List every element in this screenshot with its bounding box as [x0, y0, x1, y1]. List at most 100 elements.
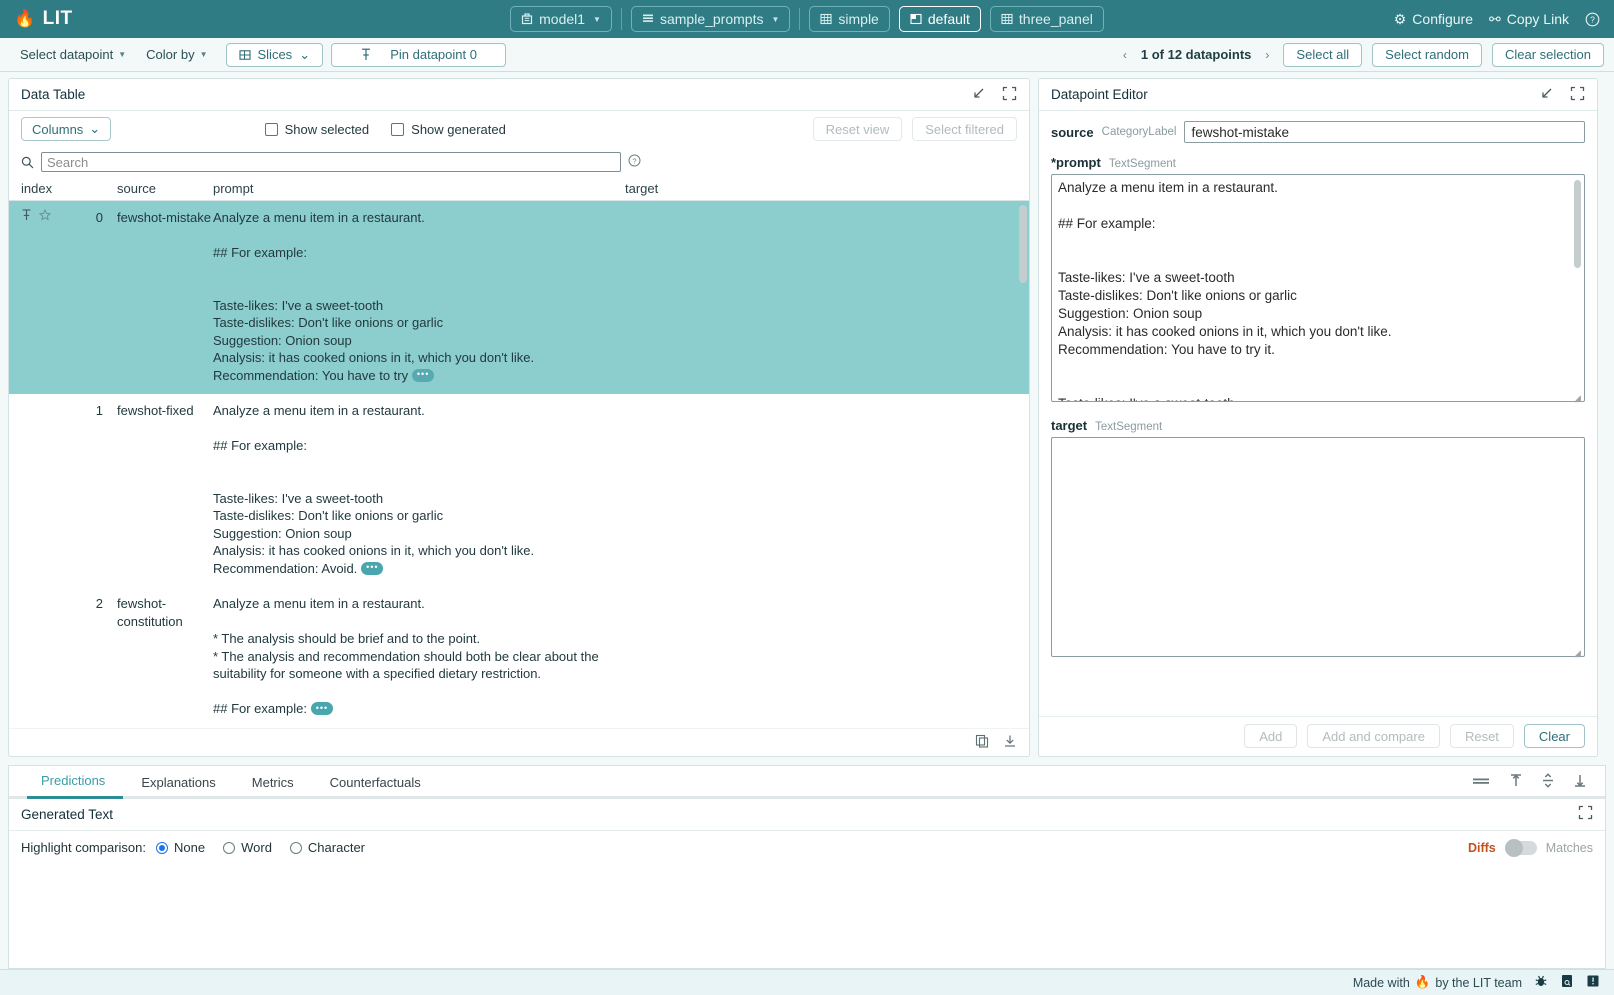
resize-grip-icon[interactable]: ◢	[1574, 394, 1583, 403]
brand: 🔥 LIT	[14, 8, 73, 30]
appbar-right-group: ⚙ Configure ⚯ Copy Link ?	[1394, 11, 1600, 27]
row-target-value	[625, 402, 1017, 577]
expand-icon[interactable]	[1002, 86, 1017, 104]
chevron-down-icon: ▼	[200, 50, 208, 59]
data-table-title: Data Table	[21, 87, 85, 102]
layout-default-icon	[910, 13, 922, 25]
matches-label: Matches	[1546, 841, 1593, 855]
source-field-input[interactable]	[1184, 121, 1585, 143]
radio-option-character[interactable]: Character	[290, 840, 365, 855]
align-top-icon[interactable]	[1509, 773, 1523, 791]
toggle-knob	[1505, 839, 1523, 857]
pin-icon[interactable]	[21, 209, 32, 227]
tab-label: Predictions	[41, 773, 105, 788]
star-icon[interactable]	[39, 209, 51, 227]
target-field-label: target TextSegment	[1051, 418, 1585, 433]
clear-button[interactable]: Clear	[1524, 724, 1585, 748]
table-scrollbar[interactable]	[1019, 205, 1027, 283]
reset-view-label: Reset view	[826, 122, 890, 137]
add-button[interactable]: Add	[1244, 724, 1297, 748]
target-textarea[interactable]	[1051, 437, 1585, 657]
upper-panels: Data Table Columns ⌄	[0, 72, 1614, 757]
prompt-textarea[interactable]	[1051, 174, 1585, 402]
tab-counterfactuals[interactable]: Counterfactuals	[312, 765, 439, 799]
equal-split-icon[interactable]	[1471, 774, 1491, 791]
next-datapoint-button[interactable]: ›	[1261, 48, 1273, 62]
copy-icon[interactable]	[975, 734, 989, 751]
table-row[interactable]: 1 fewshot-fixed Analyze a menu item in a…	[9, 394, 1029, 587]
tab-explanations[interactable]: Explanations	[123, 765, 233, 799]
expand-icon[interactable]	[1578, 805, 1593, 823]
search-help-icon[interactable]: ?	[628, 154, 641, 170]
radio-option-none[interactable]: None	[156, 840, 205, 855]
dataset-selector-chip[interactable]: sample_prompts ▼	[631, 6, 790, 32]
show-selected-checkbox[interactable]: Show selected	[265, 122, 370, 137]
table-actions: Reset view Select filtered	[813, 117, 1017, 141]
reset-view-button[interactable]: Reset view	[813, 117, 903, 141]
resize-grip-icon[interactable]: ◢	[1574, 649, 1583, 658]
search-icon	[21, 156, 34, 169]
truncated-badge[interactable]: •••	[361, 562, 383, 575]
clear-selection-button[interactable]: Clear selection	[1492, 43, 1604, 67]
data-table-header: Data Table	[9, 79, 1029, 111]
svg-text:?: ?	[632, 156, 636, 165]
documentation-icon[interactable]	[1560, 974, 1574, 991]
table-row[interactable]: 0 fewshot-mistake Analyze a menu item in…	[9, 201, 1029, 394]
radio-option-word[interactable]: Word	[223, 840, 272, 855]
model-icon	[521, 13, 533, 25]
made-with-credit: Made with 🔥 by the LIT team	[1353, 975, 1522, 990]
download-icon[interactable]	[1003, 734, 1017, 751]
column-header-prompt[interactable]: prompt	[213, 181, 625, 196]
minimize-icon[interactable]	[971, 86, 986, 104]
datapoint-count-label: 1 of 12 datapoints	[1141, 47, 1252, 62]
column-header-target[interactable]: target	[625, 181, 1029, 196]
add-and-compare-button[interactable]: Add and compare	[1307, 724, 1440, 748]
copy-link-button[interactable]: ⚯ Copy Link	[1489, 11, 1569, 27]
align-bottom-icon[interactable]	[1573, 773, 1587, 791]
datapoint-editor-module: Datapoint Editor source CategoryLabel	[1038, 78, 1598, 757]
configure-button[interactable]: ⚙ Configure	[1394, 11, 1473, 27]
layout-chip-three-panel[interactable]: three_panel	[990, 6, 1104, 32]
color-by-menu[interactable]: Color by ▼	[136, 47, 217, 62]
reset-button[interactable]: Reset	[1450, 724, 1514, 748]
configure-label: Configure	[1412, 11, 1473, 27]
bug-icon[interactable]	[1534, 974, 1548, 991]
layout-chip-simple[interactable]: simple	[809, 6, 889, 32]
model-selector-chip[interactable]: model1 ▼	[510, 6, 612, 32]
data-table-module: Data Table Columns ⌄	[8, 78, 1030, 757]
pin-datapoint-button[interactable]: Pin datapoint 0	[331, 43, 506, 67]
select-filtered-button[interactable]: Select filtered	[912, 117, 1017, 141]
dataset-icon	[642, 13, 654, 25]
pin-icon	[360, 48, 372, 61]
expand-icon[interactable]	[1570, 86, 1585, 104]
show-generated-checkbox[interactable]: Show generated	[391, 122, 506, 137]
radio-button	[223, 842, 235, 854]
feedback-icon[interactable]	[1586, 974, 1600, 991]
pin-datapoint-label: Pin datapoint 0	[390, 47, 477, 62]
divider	[799, 8, 800, 30]
align-center-icon[interactable]	[1541, 773, 1555, 791]
column-header-source[interactable]: source	[117, 181, 213, 196]
column-header-index[interactable]: index	[21, 181, 117, 196]
layout-chip-default[interactable]: default	[899, 6, 981, 32]
slices-button[interactable]: Slices ⌄	[226, 43, 324, 67]
prev-datapoint-button[interactable]: ‹	[1119, 48, 1131, 62]
minimize-icon[interactable]	[1539, 86, 1554, 104]
select-random-button[interactable]: Select random	[1372, 43, 1482, 67]
tab-predictions[interactable]: Predictions	[27, 765, 123, 799]
prompt-scrollbar[interactable]	[1574, 180, 1581, 268]
select-datapoint-menu[interactable]: Select datapoint ▼	[10, 47, 136, 62]
search-input[interactable]	[41, 152, 621, 172]
table-row[interactable]: 2 fewshot-constitution Analyze a menu it…	[9, 587, 1029, 728]
columns-button[interactable]: Columns ⌄	[21, 117, 111, 141]
truncated-badge[interactable]: •••	[412, 369, 434, 382]
row-target-value	[625, 595, 1017, 718]
diffs-matches-toggle[interactable]	[1505, 841, 1537, 855]
help-button[interactable]: ?	[1585, 12, 1600, 27]
row-index-cell: 1	[21, 402, 117, 577]
tab-metrics[interactable]: Metrics	[234, 765, 312, 799]
select-all-label: Select all	[1296, 47, 1349, 62]
lower-panels: Predictions Explanations Metrics Counter…	[0, 757, 1614, 970]
truncated-badge[interactable]: •••	[311, 702, 333, 715]
select-all-button[interactable]: Select all	[1283, 43, 1362, 67]
